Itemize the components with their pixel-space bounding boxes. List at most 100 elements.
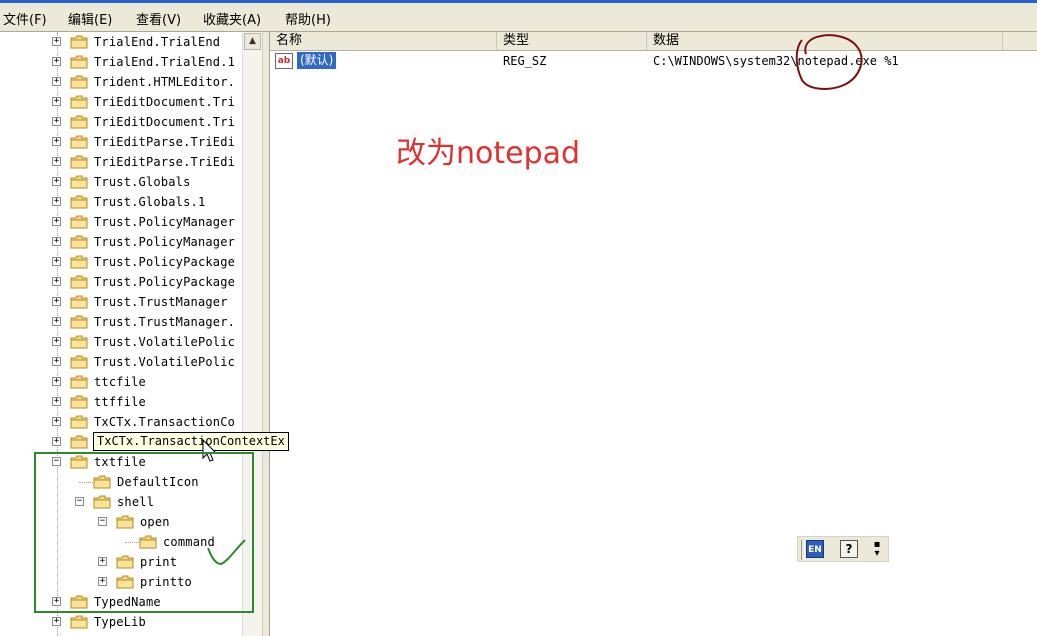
folder-icon bbox=[70, 615, 88, 629]
tree-item-label: Trust.Globals bbox=[94, 175, 191, 189]
tree-item[interactable]: + ttcfile bbox=[0, 372, 242, 392]
folder-icon bbox=[70, 115, 88, 129]
folder-icon bbox=[70, 355, 88, 369]
annotation-text: 改为notepad bbox=[396, 136, 581, 171]
folder-icon bbox=[70, 335, 88, 349]
column-type[interactable]: 类型 bbox=[497, 32, 647, 50]
expand-toggle-icon[interactable]: + bbox=[52, 97, 61, 106]
tree-item[interactable]: + Trust.VolatilePolic bbox=[0, 332, 242, 352]
tree-item[interactable]: + TrialEnd.TrialEnd bbox=[0, 32, 242, 52]
expand-toggle-icon[interactable]: + bbox=[52, 57, 61, 66]
menu-bar: 文件(F) 编辑(E) 查看(V) 收藏夹(A) 帮助(H) bbox=[0, 3, 1037, 32]
menu-view[interactable]: 查看(V) bbox=[136, 9, 181, 28]
expand-toggle-icon[interactable]: + bbox=[52, 437, 61, 446]
highlight-box bbox=[34, 452, 254, 613]
menu-edit[interactable]: 编辑(E) bbox=[68, 9, 112, 28]
tree-item-label: TrialEnd.TrialEnd bbox=[94, 35, 221, 49]
tree-item[interactable]: + Trust.VolatilePolic bbox=[0, 352, 242, 372]
expand-toggle-icon[interactable]: + bbox=[52, 257, 61, 266]
langbar-options-icon[interactable]: ▪ ▾ bbox=[872, 540, 882, 560]
expand-toggle-icon[interactable]: + bbox=[52, 377, 61, 386]
expand-toggle-icon[interactable]: + bbox=[52, 197, 61, 206]
tree-item-label: Trust.PolicyPackage bbox=[94, 255, 236, 269]
expand-toggle-icon[interactable]: + bbox=[52, 417, 61, 426]
expand-toggle-icon[interactable]: + bbox=[52, 137, 61, 146]
tree-item-label: Trust.PolicyPackage bbox=[94, 275, 236, 289]
expand-toggle-icon[interactable]: + bbox=[52, 217, 61, 226]
tree-item-label: ttffile bbox=[94, 395, 146, 409]
folder-icon bbox=[70, 75, 88, 89]
lang-help-icon[interactable]: ? bbox=[840, 540, 858, 558]
tree-item[interactable]: + Trust.Globals.1 bbox=[0, 192, 242, 212]
expand-toggle-icon[interactable]: + bbox=[52, 617, 61, 626]
value-type: REG_SZ bbox=[503, 54, 547, 68]
expand-toggle-icon[interactable]: + bbox=[52, 237, 61, 246]
expand-toggle-icon[interactable]: + bbox=[52, 397, 61, 406]
tree-item-label: Trust.Globals.1 bbox=[94, 195, 206, 209]
langbar-grip[interactable] bbox=[801, 540, 805, 560]
folder-icon bbox=[70, 375, 88, 389]
tree-tooltip: TxCTx.TransactionContextEx bbox=[93, 432, 289, 451]
tree-item-label: Trust.VolatilePolic bbox=[94, 335, 236, 349]
expand-toggle-icon[interactable]: + bbox=[52, 297, 61, 306]
expand-toggle-icon[interactable]: + bbox=[52, 337, 61, 346]
expand-toggle-icon[interactable]: + bbox=[52, 157, 61, 166]
tree-item[interactable]: + Trust.PolicyPackage bbox=[0, 252, 242, 272]
tree-item-label: TriEditParse.TriEdi bbox=[94, 155, 236, 169]
tree-item[interactable]: + TriEditDocument.Tri bbox=[0, 92, 242, 112]
tree-item[interactable]: + TrialEnd.TrialEnd.1 bbox=[0, 52, 242, 72]
tree-item[interactable]: + Trust.PolicyManager bbox=[0, 232, 242, 252]
tree-item[interactable]: + TriEditParse.TriEdi bbox=[0, 152, 242, 172]
folder-icon bbox=[70, 415, 88, 429]
value-row-default[interactable]: ab (默认) REG_SZ C:\WINDOWS\system32\notep… bbox=[270, 52, 1037, 70]
expand-toggle-icon[interactable]: + bbox=[52, 37, 61, 46]
menu-favorites[interactable]: 收藏夹(A) bbox=[203, 9, 261, 28]
column-name[interactable]: 名称 bbox=[270, 32, 497, 50]
folder-icon bbox=[70, 295, 88, 309]
folder-icon bbox=[70, 435, 88, 449]
tree-item-label: TxCTx.TransactionCo bbox=[94, 415, 236, 429]
expand-toggle-icon[interactable]: + bbox=[52, 117, 61, 126]
expand-toggle-icon[interactable]: + bbox=[52, 277, 61, 286]
menu-help[interactable]: 帮助(H) bbox=[285, 9, 331, 28]
tree-item-label: TriEditParse.TriEdi bbox=[94, 135, 236, 149]
tree-item[interactable]: + ttffile bbox=[0, 392, 242, 412]
tree-item[interactable]: + Trust.PolicyPackage bbox=[0, 272, 242, 292]
string-value-icon: ab bbox=[275, 53, 293, 69]
tree-item[interactable]: + TxCTx.TransactionCo bbox=[0, 412, 242, 432]
list-header: 名称 类型 数据 bbox=[270, 32, 1037, 51]
folder-icon bbox=[70, 235, 88, 249]
tree-item[interactable]: + TriEditDocument.Tri bbox=[0, 112, 242, 132]
expand-toggle-icon[interactable]: + bbox=[52, 77, 61, 86]
folder-icon bbox=[70, 275, 88, 289]
expand-toggle-icon[interactable]: + bbox=[52, 177, 61, 186]
tree-item-label: Trust.TrustManager bbox=[94, 295, 228, 309]
folder-icon bbox=[70, 395, 88, 409]
tree-item-label: Trust.TrustManager. bbox=[94, 315, 236, 329]
tree-item[interactable]: + Trident.HTMLEditor. bbox=[0, 72, 242, 92]
folder-icon bbox=[70, 215, 88, 229]
tree-item-label: Trust.VolatilePolic bbox=[94, 355, 236, 369]
language-bar[interactable]: EN ? ▪ ▾ bbox=[797, 536, 889, 562]
tree-item[interactable]: + Trust.PolicyManager bbox=[0, 212, 242, 232]
tree-item[interactable]: + Trust.TrustManager bbox=[0, 292, 242, 312]
folder-icon bbox=[70, 315, 88, 329]
tree-item[interactable]: + Trust.Globals bbox=[0, 172, 242, 192]
tree-item-label: TrialEnd.TrialEnd.1 bbox=[94, 55, 236, 69]
tree-item[interactable]: + TypeLib bbox=[0, 612, 242, 632]
expand-toggle-icon[interactable]: + bbox=[52, 357, 61, 366]
lang-en-button[interactable]: EN bbox=[806, 540, 824, 558]
tree-item[interactable]: + Trust.TrustManager. bbox=[0, 312, 242, 332]
value-name[interactable]: (默认) bbox=[297, 52, 337, 69]
tree-item[interactable]: + TriEditParse.TriEdi bbox=[0, 132, 242, 152]
menu-file[interactable]: 文件(F) bbox=[3, 9, 47, 28]
values-list[interactable]: 名称 类型 数据 ab (默认) REG_SZ C:\WINDOWS\syste… bbox=[270, 32, 1037, 636]
folder-icon bbox=[70, 95, 88, 109]
scroll-up-button[interactable]: ▲ bbox=[244, 33, 261, 50]
annotation-circle bbox=[795, 34, 863, 90]
pane-splitter[interactable] bbox=[262, 32, 270, 636]
expand-toggle-icon[interactable]: + bbox=[52, 317, 61, 326]
folder-icon bbox=[70, 175, 88, 189]
tree-item-label: TriEditDocument.Tri bbox=[94, 95, 236, 109]
folder-icon bbox=[70, 195, 88, 209]
